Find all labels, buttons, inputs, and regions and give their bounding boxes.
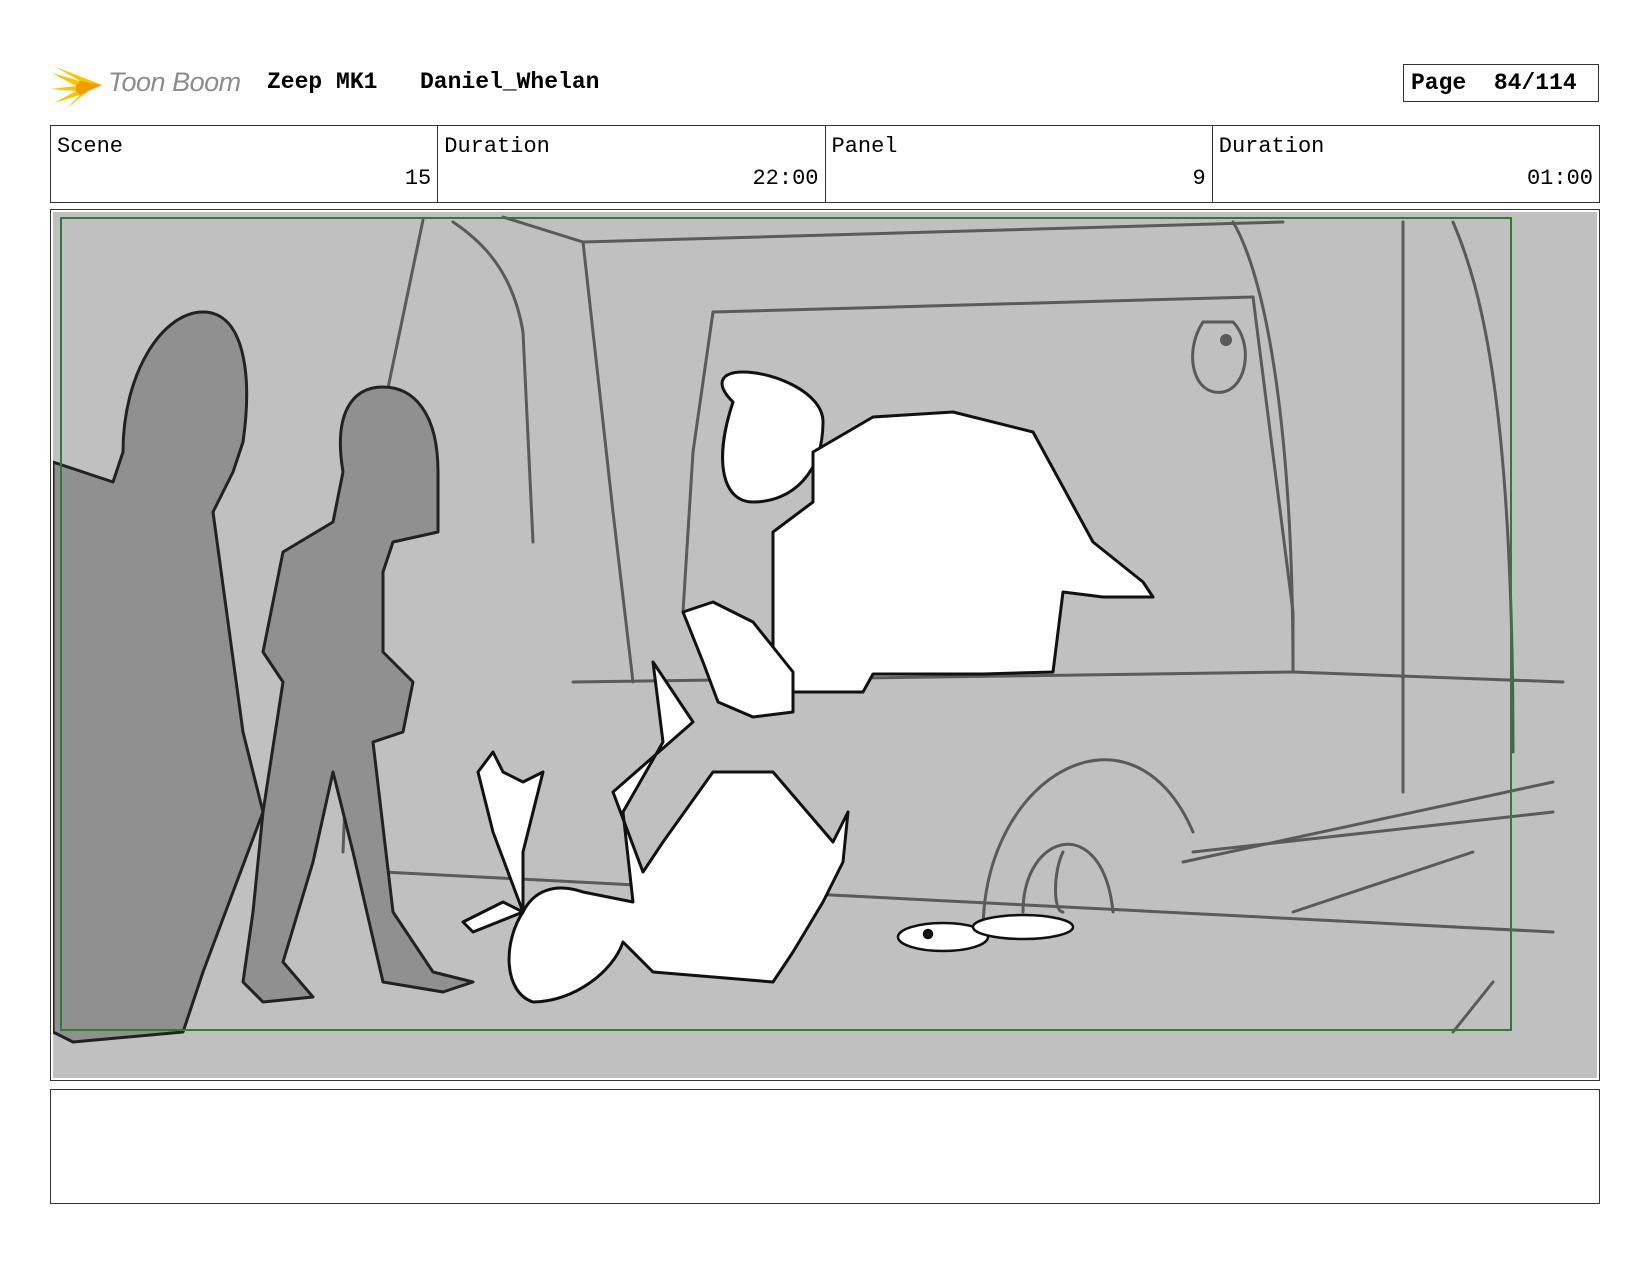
scene-cell: Scene 15: [51, 126, 439, 202]
scene-duration-label: Duration: [444, 134, 550, 159]
panel-notes-box[interactable]: [50, 1089, 1600, 1204]
page-number: 84/114: [1493, 70, 1577, 96]
scene-duration-value: 22:00: [752, 166, 819, 191]
page-indicator: Page 84/114: [1403, 64, 1599, 102]
author-name: Daniel_Whelan: [420, 69, 600, 95]
panel-cell: Panel 9: [826, 126, 1213, 202]
scene-label: Scene: [57, 134, 124, 159]
panel-duration-value: 01:00: [1526, 166, 1593, 191]
storyboard-header: Toon Boom Zeep MK1 Daniel_Whelan Page 84…: [50, 55, 1600, 115]
panel-duration-label: Duration: [1218, 134, 1325, 159]
scene-value: 15: [404, 166, 432, 191]
panel-sketch: [53, 212, 1597, 1078]
page-label: Page: [1411, 70, 1467, 96]
project-name: Zeep MK1: [267, 69, 378, 95]
scene-duration-cell: Duration 22:00: [438, 126, 826, 202]
scene-info-bar: Scene 15 Duration 22:00 Panel 9 Duration…: [50, 125, 1600, 203]
starburst-icon: [50, 67, 102, 109]
storyboard-panel: [50, 209, 1600, 1081]
panel-duration-cell: Duration 01:00: [1213, 126, 1599, 202]
wheel-hub: [1220, 334, 1232, 346]
panel-value: 9: [1192, 166, 1206, 191]
toon-boom-logo: Toon Boom: [50, 59, 250, 109]
panel-label: Panel: [831, 134, 898, 159]
logo-text: Toon Boom: [108, 67, 241, 97]
